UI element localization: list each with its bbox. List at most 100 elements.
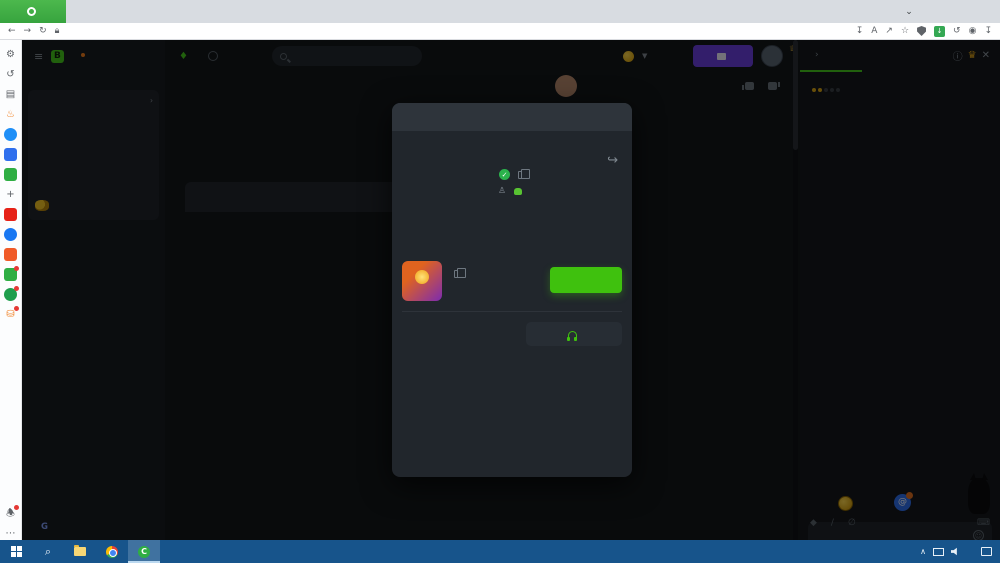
tab-casino[interactable]: ♦	[179, 51, 192, 62]
star-progress	[812, 77, 842, 96]
frog-emoji-badge	[514, 188, 522, 195]
add-app-icon[interactable]: +	[4, 188, 17, 201]
vip-more-link[interactable]: ›	[150, 96, 153, 105]
volume-icon[interactable]	[951, 547, 960, 556]
site-logo[interactable]: B	[51, 50, 68, 63]
newsfeed-icon[interactable]: ▤	[4, 88, 17, 101]
avatar	[555, 75, 577, 97]
chat-message-input[interactable]	[816, 530, 973, 540]
user-avatar[interactable]	[761, 45, 783, 67]
emoji-smiley-icon[interactable]: ☺	[973, 530, 984, 541]
share-arrow-icon[interactable]: ↪	[607, 153, 618, 168]
chat-toolbar: ◆ / ∅ ⌨	[810, 518, 990, 528]
page-scrollbar[interactable]	[793, 40, 798, 540]
forward-icon[interactable]: →	[24, 26, 32, 36]
mention-badge-icon[interactable]: @	[894, 494, 911, 511]
sidebar-more-icon[interactable]: ⋯	[4, 527, 17, 540]
hamburger-menu-icon[interactable]: ≡	[34, 50, 43, 63]
coccoc-taskbar-icon[interactable]: C	[128, 540, 160, 563]
save-page-icon[interactable]: ↧	[856, 26, 864, 36]
chat-close-icon[interactable]: ✕	[982, 50, 990, 61]
thumbs-down-icon[interactable]	[768, 82, 777, 90]
reload-icon[interactable]: ↻	[39, 26, 47, 36]
download-extension-icon[interactable]: ↓	[934, 26, 945, 37]
windows-taskbar: ⌕ C ∧	[0, 540, 1000, 563]
start-button[interactable]	[0, 540, 32, 563]
notifications-bell-icon[interactable]: 🕭︎	[4, 507, 17, 520]
modal-divider	[402, 311, 622, 312]
coccoc-logo[interactable]	[0, 0, 66, 23]
games-icon[interactable]	[4, 168, 17, 181]
sync-icon[interactable]: ↺	[953, 26, 961, 36]
bet-detail-modal: ↪ ✓ ♙	[392, 103, 632, 477]
verified-check-icon: ✓	[499, 169, 510, 180]
globe-icon	[208, 51, 218, 61]
coccoc-hot-icon[interactable]: ♨	[4, 108, 17, 121]
network-icon[interactable]	[933, 548, 944, 556]
chat-sticker-row: @	[808, 492, 992, 518]
bookmark-star-icon[interactable]: ☆	[901, 26, 909, 36]
cat-sticker	[968, 478, 990, 514]
wallet-button[interactable]	[693, 45, 753, 67]
rules-icon[interactable]: ∅	[848, 518, 856, 528]
headset-icon	[568, 331, 577, 338]
modal-game-row	[402, 261, 622, 307]
profile-icon[interactable]: ◉	[969, 26, 977, 36]
downloads-tray-icon[interactable]: ↧	[984, 26, 992, 36]
settings-gear-icon[interactable]: ⚙	[4, 48, 17, 61]
hidden-icons-chevron[interactable]: ∧	[920, 547, 926, 556]
address-bar: ← → ↻ 🔒︎ ↧ A ↗ ☆ ↓ ↺ ◉ ↧	[0, 23, 1000, 40]
history-icon[interactable]: ↺	[4, 68, 17, 81]
commands-icon[interactable]: /	[831, 518, 834, 528]
copy-icon[interactable]	[454, 270, 461, 278]
chat-trophy-icon[interactable]: ♛	[968, 50, 977, 61]
zalo-icon[interactable]	[4, 148, 17, 161]
taskbar-search-icon[interactable]: ⌕	[32, 540, 64, 563]
bcgame-page: ≡ B › G ♦ ▼	[22, 40, 1000, 540]
game-thumbnail[interactable]	[402, 261, 442, 301]
translate-icon[interactable]: A	[871, 26, 877, 36]
coins-icon	[35, 200, 49, 211]
chevron-down-icon: ▼	[642, 52, 647, 60]
facebook-icon[interactable]	[4, 228, 17, 241]
bet-by-line: ♙	[392, 186, 632, 196]
youtube-icon[interactable]	[4, 208, 17, 221]
promo-tree-icon[interactable]	[4, 288, 17, 301]
chat-info-icon[interactable]: ⓘ	[953, 48, 963, 63]
currency-selector[interactable]: ▼	[623, 51, 647, 62]
pinned-post-row[interactable]: ⋮	[555, 72, 800, 100]
action-center-icon[interactable]	[981, 547, 992, 556]
tab-search-icon[interactable]: ⌄	[896, 7, 922, 17]
site-topbar: ♦ ▼ ♕ ≡ ✉	[165, 40, 800, 72]
dice-icon[interactable]: ◆	[810, 518, 817, 528]
shopping-icon[interactable]	[4, 248, 17, 261]
chrome-icon[interactable]	[96, 540, 128, 563]
chat-panel: › ⓘ ♛ ✕ @ ☺ ◆ / ∅ ⌨	[800, 40, 1000, 540]
referral-banner[interactable]	[28, 192, 159, 218]
coccoc-logo-icon	[27, 7, 36, 16]
keyboard-icon[interactable]: ⌨	[977, 518, 990, 528]
payment-methods: G	[32, 522, 57, 532]
site-sidebar: ≡ B › G	[22, 40, 165, 540]
gift-icon[interactable]	[4, 268, 17, 281]
tab-sports[interactable]	[208, 51, 258, 61]
play-now-button[interactable]	[550, 267, 622, 293]
messenger-icon[interactable]	[4, 128, 17, 141]
bet-stats-row	[402, 207, 622, 251]
adblock-shield-icon[interactable]	[917, 26, 926, 36]
screen: ⌄ ← → ↻ 🔒︎ ↧ A ↗ ☆ ↓ ↺ ◉ ↧ ⚙ ↺ ▤ ♨	[0, 0, 1000, 563]
browser-tab-bar: ⌄	[0, 0, 1000, 23]
game-id-line	[450, 270, 461, 278]
new-tab-button[interactable]	[66, 0, 86, 23]
share-icon[interactable]: ↗	[885, 26, 893, 36]
game-search[interactable]	[272, 46, 422, 66]
lock-icon: 🔒︎	[55, 26, 60, 36]
search-input[interactable]	[291, 52, 411, 61]
copy-icon[interactable]	[518, 171, 525, 179]
thumbs-up-icon[interactable]	[745, 82, 754, 90]
window-controls: ⌄	[896, 0, 1000, 23]
file-explorer-icon[interactable]	[64, 540, 96, 563]
cart-icon[interactable]: ⛁	[4, 308, 17, 321]
back-icon[interactable]: ←	[8, 26, 16, 36]
live-support-button[interactable]	[526, 322, 622, 346]
